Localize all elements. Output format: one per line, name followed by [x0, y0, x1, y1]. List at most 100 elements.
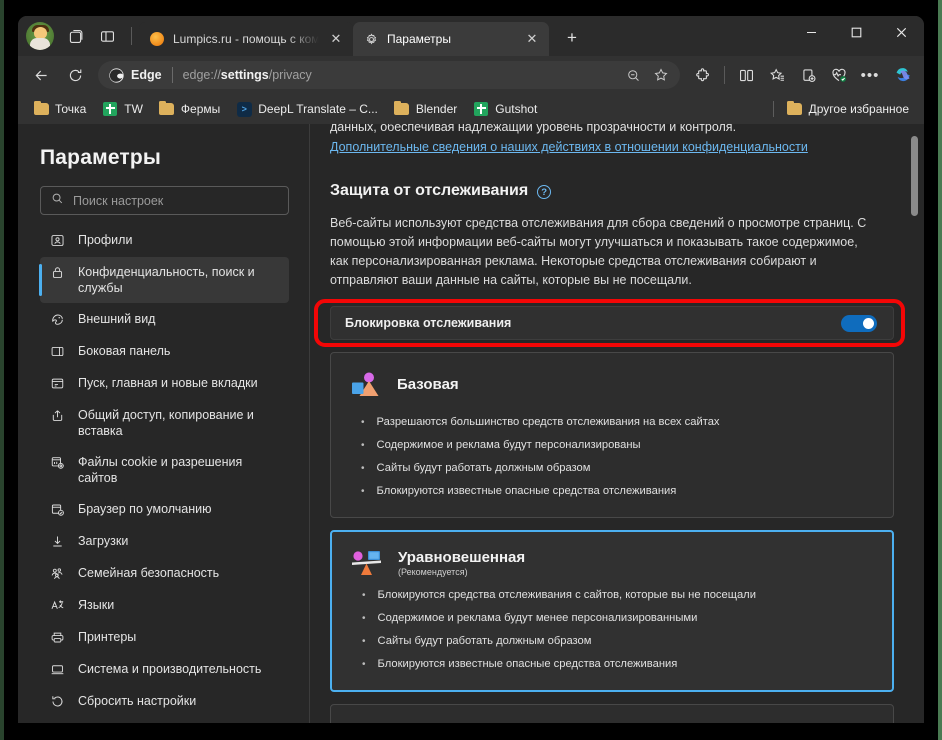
sidebar-item-share-copy-paste[interactable]: Общий доступ, копирование и вставка: [40, 400, 289, 446]
bookmark-tochka[interactable]: Точка: [26, 98, 93, 120]
page-title: Параметры: [40, 146, 162, 169]
bookmarks-bar-right: Другое избранное: [772, 98, 916, 120]
sidebar-icon: [49, 343, 66, 360]
search-settings-input[interactable]: Поиск настроек: [40, 186, 289, 215]
sheets-icon: [102, 101, 118, 117]
tracking-level-card-basic[interactable]: Базовая • Разрешаются большинство средств…: [330, 352, 894, 518]
download-icon: [49, 533, 66, 550]
settings-content: данных, обеспечивая надлежащий уровень п…: [310, 124, 924, 723]
sidebar-item-profiles[interactable]: Профили: [40, 225, 289, 256]
folder-icon: [159, 100, 175, 117]
more-options-icon[interactable]: •••: [855, 60, 885, 90]
help-icon[interactable]: ?: [537, 185, 552, 199]
folder-icon: [33, 100, 49, 117]
sidebar-item-privacy[interactable]: Конфиденциальность, поиск и службы: [39, 257, 289, 303]
toolbar-icons: •••: [686, 60, 918, 90]
back-button[interactable]: [26, 60, 56, 90]
reset-icon: [49, 693, 66, 710]
copilot-icon[interactable]: [888, 60, 918, 90]
cookie-icon: [49, 454, 66, 471]
sidebar-item-start-home-newtabs[interactable]: Пуск, главная и новые вкладки: [40, 368, 289, 399]
sidebar-item-phone-devices[interactable]: Телефон и другие устройства: [40, 718, 289, 723]
tracking-level-card-strict[interactable]: Строгая •Блокируется большинство средств…: [330, 704, 894, 723]
section-title: Защита от отслеживания: [330, 182, 529, 199]
sidebar-item-family-safety[interactable]: Семейная безопасность: [40, 558, 289, 589]
profile-avatar[interactable]: [26, 22, 54, 50]
sheets-icon: [473, 101, 489, 117]
list-item: • Сайты будут работать должным образом: [361, 462, 591, 474]
deepl-icon: >: [236, 101, 252, 117]
workspaces-icon[interactable]: [60, 21, 90, 51]
split-screen-icon[interactable]: [731, 60, 761, 90]
content-scrollbar[interactable]: [911, 130, 918, 717]
maximize-button[interactable]: [834, 16, 879, 49]
address-bar[interactable]: Edge edge://settings/privacy: [98, 61, 680, 89]
extensions-icon[interactable]: [688, 60, 718, 90]
sidebar-item-system-performance[interactable]: Система и производительность: [40, 654, 289, 685]
other-favorites-button[interactable]: Другое избранное: [780, 98, 916, 120]
bookmark-fermy[interactable]: Фермы: [152, 98, 227, 120]
tab-close-button[interactable]: ✕: [523, 30, 541, 48]
orange-circle-icon: [149, 31, 165, 47]
refresh-button[interactable]: [60, 60, 90, 90]
omnibox-divider: [171, 67, 173, 83]
bookmark-label: DeepL Translate – C...: [258, 102, 378, 116]
sidebar-item-cookies-permissions[interactable]: Файлы cookie и разрешения сайтов: [40, 447, 289, 493]
tab-close-button[interactable]: ✕: [327, 30, 345, 48]
switch-knob: [863, 317, 874, 329]
card-title-group: Уравновешенная (Рекомендуется): [398, 549, 525, 577]
minimize-button[interactable]: [789, 16, 834, 49]
sidebar-item-sidebar[interactable]: Боковая панель: [40, 336, 289, 367]
edge-brand-label: Edge: [131, 68, 162, 82]
bookmark-blender[interactable]: Blender: [387, 98, 464, 120]
zoom-out-icon[interactable]: [620, 62, 646, 88]
sidebar-item-label: Профили: [78, 233, 133, 247]
folder-icon: [787, 100, 803, 117]
sidebar-item-label: Семейная безопасность: [78, 566, 220, 580]
favorites-icon[interactable]: [762, 60, 792, 90]
bookmark-tw[interactable]: TW: [95, 98, 150, 120]
card-bullets: • Блокируются средства отслеживания с сай…: [350, 584, 874, 676]
sidebar-item-label: Общий доступ, копирование и вставка: [78, 408, 254, 438]
sidebar-item-downloads[interactable]: Загрузки: [40, 526, 289, 557]
scrollbar-thumb[interactable]: [911, 136, 918, 216]
sidebar-item-languages[interactable]: Языки: [40, 590, 289, 621]
sidebar-item-label: Конфиденциальность, поиск и службы: [78, 265, 255, 295]
bookmark-gutshot[interactable]: Gutshot: [466, 98, 544, 120]
sidebar-item-default-browser[interactable]: Браузер по умолчанию: [40, 494, 289, 525]
printer-icon: [49, 629, 66, 646]
list-item: • Содержимое и реклама будут персонализир…: [361, 439, 641, 451]
list-item: • Содержимое и реклама будут менее персон…: [362, 612, 698, 624]
tracking-prevention-toggle-row[interactable]: Блокировка отслеживания: [330, 306, 894, 340]
screen: Lumpics.ru - помощь с компьюте ✕ Парамет…: [0, 0, 942, 740]
sidebar-item-label: Система и производительность: [78, 662, 262, 676]
language-icon: [49, 597, 66, 614]
bookmark-deepl[interactable]: > DeepL Translate – C...: [229, 98, 385, 120]
tab-title: Параметры: [387, 32, 451, 46]
family-icon: [49, 565, 66, 582]
sidebar-item-printers[interactable]: Принтеры: [40, 622, 289, 653]
section-description: Веб-сайты используют средства отслеживан…: [330, 216, 867, 287]
favorite-star-icon[interactable]: [648, 62, 674, 88]
tracking-prevention-switch[interactable]: [841, 314, 877, 332]
close-window-button[interactable]: [879, 16, 924, 49]
tab-settings[interactable]: Параметры ✕: [353, 22, 549, 56]
omnibox-actions: [620, 62, 674, 88]
balance-scale-icon: [350, 548, 384, 578]
privacy-more-link[interactable]: Дополнительные сведения о наших действия…: [330, 140, 808, 154]
tab-actions-icon[interactable]: [92, 21, 122, 51]
list-item: • Блокируются средства отслеживания с сай…: [362, 589, 756, 601]
tracking-level-card-balanced[interactable]: Уравновешенная (Рекомендуется) • Блокирую…: [330, 530, 894, 692]
sidebar-item-label: Принтеры: [78, 630, 137, 644]
other-favorites-label: Другое избранное: [808, 102, 909, 116]
sidebar-item-reset-settings[interactable]: Сбросить настройки: [40, 686, 289, 717]
card-header: Базовая: [349, 369, 875, 399]
sidebar-item-appearance[interactable]: Внешний вид: [40, 304, 289, 335]
tab-lumpics[interactable]: Lumpics.ru - помощь с компьюте ✕: [139, 22, 353, 56]
tab-strip-left-controls: [18, 16, 139, 56]
collections-icon[interactable]: [793, 60, 823, 90]
sidebar-item-label: Браузер по умолчанию: [78, 502, 212, 516]
card-subtitle: (Рекомендуется): [398, 567, 468, 577]
new-tab-button[interactable]: +: [557, 23, 587, 53]
browser-essentials-icon[interactable]: [824, 60, 854, 90]
